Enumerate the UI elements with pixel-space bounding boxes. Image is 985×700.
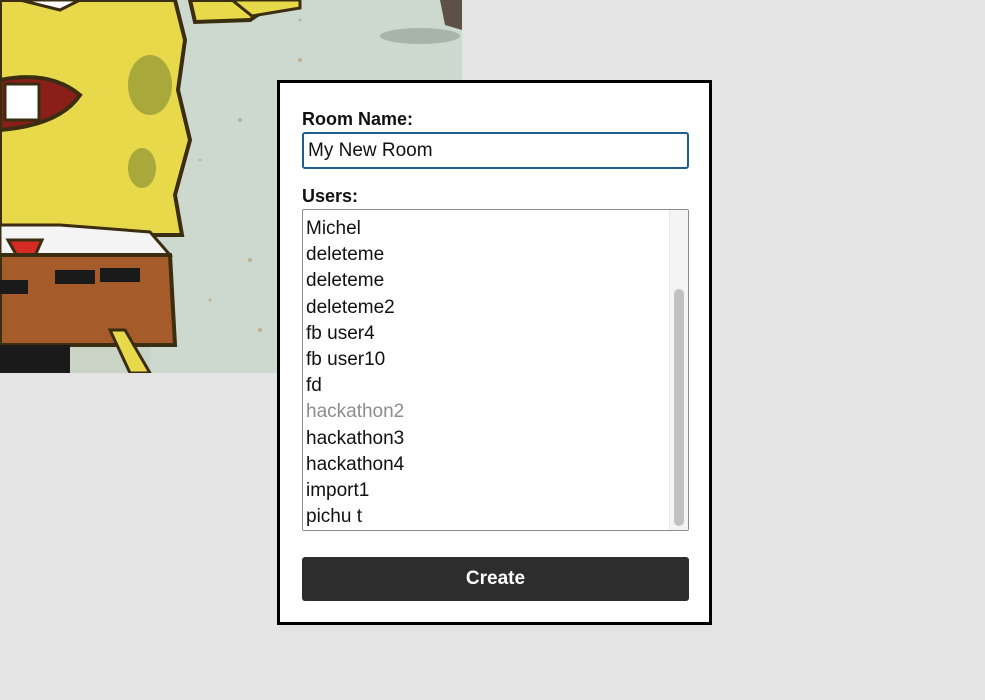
user-list-item[interactable]: deleteme [303, 268, 668, 294]
users-list-scrollbar[interactable] [669, 210, 688, 530]
user-list-item: hackathon2 [306, 401, 405, 423]
create-room-dialog: Room Name: Users: Micheldeletemedeleteme… [277, 80, 712, 625]
users-list-items: Michel deleteme deleteme deleteme2 fb user4 f… [303, 216, 668, 530]
user-list-item[interactable]: deleteme2 [303, 295, 668, 321]
room-name-label: Room Name: [302, 109, 414, 129]
user-list-item[interactable]: Michel [303, 216, 668, 242]
room-name-input[interactable] [302, 132, 689, 169]
user-list-item[interactable]: hackathon4 [303, 452, 668, 478]
create-button[interactable]: Create [302, 557, 689, 601]
user-list-item[interactable]: import1 [303, 478, 668, 504]
users-list-scrollbar-thumb[interactable] [674, 289, 684, 526]
user-list-item[interactable]: fd [303, 373, 668, 399]
users-listbox[interactable]: Michel deleteme deleteme deleteme2 fb user4 f… [302, 209, 689, 531]
users-label: Users: [302, 186, 359, 206]
user-list-item[interactable]: deleteme [303, 242, 668, 268]
user-list-item[interactable]: fb user4 [303, 321, 668, 347]
user-list-item[interactable]: hackathon3 [303, 426, 668, 452]
user-list-item[interactable]: fb user10 [303, 347, 668, 373]
user-list-item[interactable]: pichu t [303, 504, 668, 530]
